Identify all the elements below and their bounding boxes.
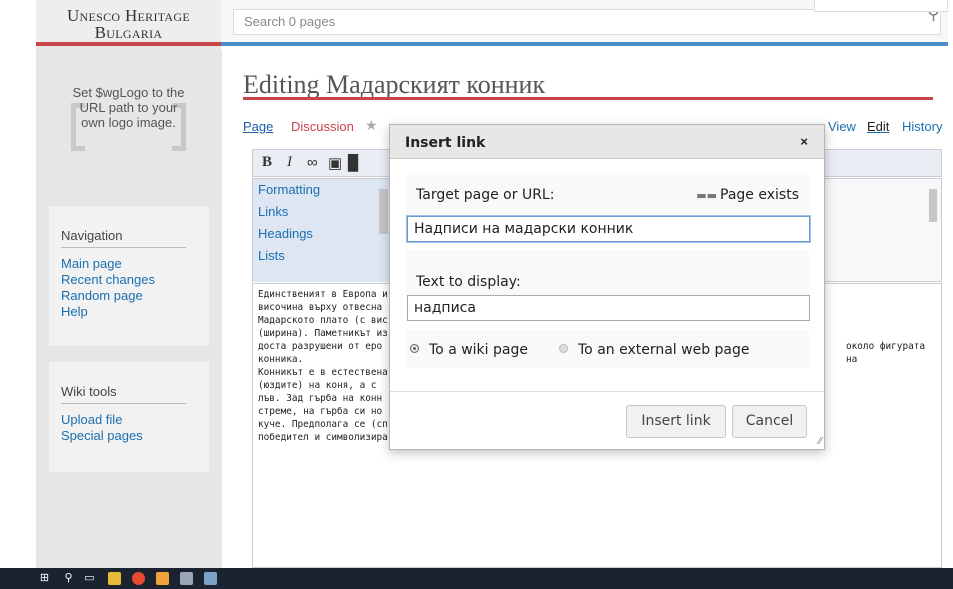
reference-icon[interactable]: ▉ (348, 154, 360, 172)
link-exists-icon: ▬▬ (696, 189, 718, 202)
display-text-label: Text to display: (416, 274, 521, 290)
list-scrollbar[interactable] (379, 189, 388, 234)
search-input[interactable]: Search 0 pages (233, 9, 941, 35)
pane-scrollbar[interactable] (929, 189, 937, 222)
taskbar-search-icon[interactable]: ⚲ (62, 572, 75, 585)
app-icon[interactable] (156, 572, 169, 585)
title-divider (243, 97, 933, 100)
nav-random-page[interactable]: Random page (61, 288, 197, 304)
logo-placeholder[interactable]: Set $wgLogo to the URL path to your own … (71, 85, 186, 180)
wiki-tools-portlet: Wiki tools Upload file Special pages (49, 362, 209, 472)
section-headings[interactable]: Headings (253, 223, 396, 245)
page-title: Editing Мадарският конник (243, 70, 546, 99)
italic-button[interactable]: I (287, 154, 292, 171)
link-icon[interactable]: ∞ (307, 154, 318, 171)
display-text-field-group: Text to display: надписа (406, 250, 810, 321)
app-icon[interactable] (204, 572, 217, 585)
section-links[interactable]: Links (253, 201, 396, 223)
radio-external-label: To an external web page (578, 342, 750, 358)
tab-page[interactable]: Page (243, 119, 273, 134)
insert-link-dialog: Insert link × Target page or URL: ▬▬ Page… (389, 124, 825, 450)
site-title-line2: Bulgaria (94, 23, 163, 42)
dialog-footer-divider (390, 391, 824, 392)
bold-button[interactable]: B (262, 154, 272, 171)
radio-wiki-page[interactable]: To a wiki page (410, 342, 528, 358)
resize-grip-icon[interactable]: ⁄⁄ (819, 436, 822, 447)
radio-external-page[interactable]: To an external web page (559, 342, 750, 358)
browser-frame: Unesco Heritage Bulgaria Set $wgLogo to … (0, 0, 953, 589)
close-icon[interactable]: × (800, 134, 808, 149)
tool-special-pages[interactable]: Special pages (61, 428, 197, 444)
tab-view[interactable]: View (828, 119, 856, 134)
nav-main-page[interactable]: Main page (61, 256, 197, 272)
insert-link-button[interactable]: Insert link (626, 405, 726, 438)
app-icon[interactable] (180, 572, 193, 585)
target-field-group: Target page or URL: ▬▬ Page exists Надпис… (406, 175, 810, 242)
page-exists-label: Page exists (720, 187, 799, 203)
radio-selected-icon (410, 344, 419, 353)
radio-wiki-label: To a wiki page (429, 342, 528, 358)
nav-help[interactable]: Help (61, 304, 197, 320)
dialog-titlebar[interactable]: Insert link × (390, 125, 824, 159)
tool-upload-file[interactable]: Upload file (61, 412, 197, 428)
left-margin (0, 0, 36, 568)
windows-taskbar: ⊞ ⚲ ▭ (0, 568, 953, 589)
page-exists-status: ▬▬ Page exists (696, 187, 799, 203)
section-lists[interactable]: Lists (253, 245, 396, 267)
radio-unselected-icon (559, 344, 568, 353)
link-type-group: To a wiki page To an external web page (406, 330, 809, 368)
site-title[interactable]: Unesco Heritage Bulgaria (36, 0, 221, 46)
tab-edit[interactable]: Edit (867, 119, 889, 134)
target-label: Target page or URL: (416, 187, 555, 203)
header-bar: Search 0 pages ⚲ (221, 0, 948, 46)
wiki-tools-heading: Wiki tools (61, 384, 186, 404)
cancel-button[interactable]: Cancel (732, 405, 807, 438)
section-formatting[interactable]: Formatting (253, 179, 396, 201)
logo-text: Set $wgLogo to the URL path to your own … (72, 85, 185, 130)
tab-discussion[interactable]: Discussion (291, 119, 354, 134)
image-icon[interactable]: ▣ (328, 154, 342, 172)
navigation-heading: Navigation (61, 228, 186, 248)
site-title-line1: Unesco Heritage (66, 6, 190, 25)
display-text-input[interactable]: надписа (407, 295, 810, 321)
file-explorer-icon[interactable] (108, 572, 121, 585)
wikitext-fragment: около фигурата на (846, 341, 931, 365)
dialog-title: Insert link (405, 135, 486, 151)
help-section-list: Formatting Links Headings Lists (253, 179, 396, 282)
task-view-icon[interactable]: ▭ (83, 572, 96, 585)
chrome-icon[interactable] (132, 572, 145, 585)
tab-history[interactable]: History (902, 119, 942, 134)
search-dropdown-edge (814, 0, 948, 12)
nav-recent-changes[interactable]: Recent changes (61, 272, 197, 288)
windows-start-icon[interactable]: ⊞ (38, 572, 51, 585)
right-margin (948, 0, 953, 568)
navigation-portlet: Navigation Main page Recent changes Rand… (49, 206, 209, 346)
sidebar: Unesco Heritage Bulgaria Set $wgLogo to … (36, 0, 221, 568)
target-input[interactable]: Надписи на мадарски конник (407, 216, 810, 242)
watch-star-icon[interactable]: ★ (365, 117, 378, 134)
